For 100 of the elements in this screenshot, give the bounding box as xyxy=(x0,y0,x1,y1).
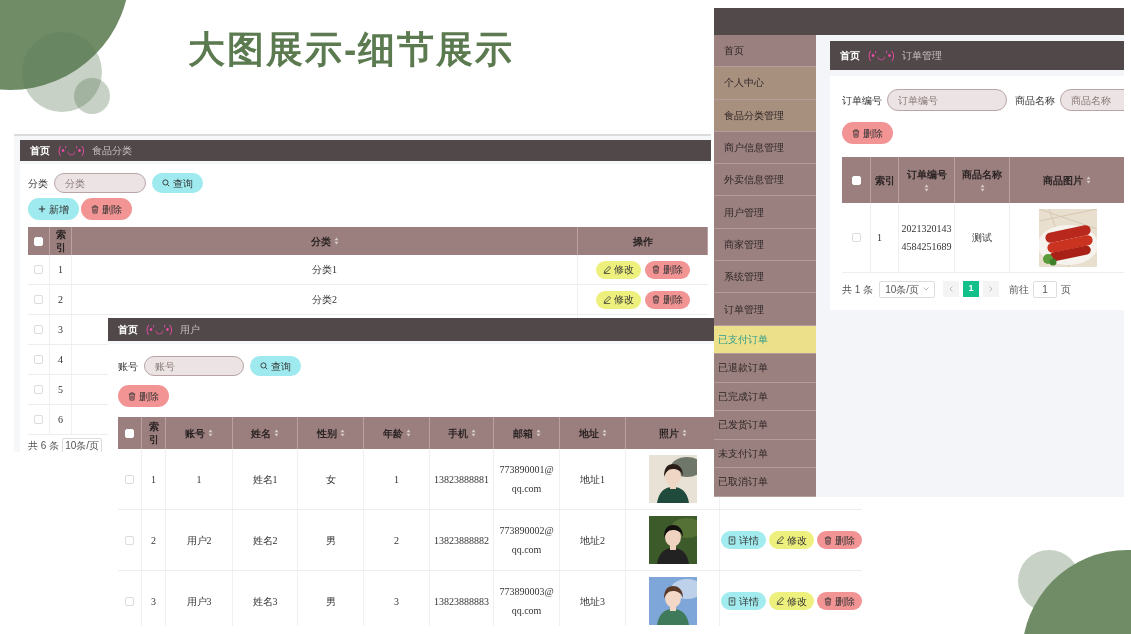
submenu-item[interactable]: 未支付订单 xyxy=(714,439,816,469)
table-cell-text: 男 xyxy=(325,533,336,548)
emoticon-text: (•'◡'•) xyxy=(868,49,895,63)
detail-button[interactable]: 详情 xyxy=(720,592,766,610)
checkbox[interactable] xyxy=(34,385,43,394)
search-field[interactable]: 商品名称 xyxy=(1060,89,1124,111)
chevron-right-icon xyxy=(989,286,994,292)
page-number-field[interactable]: 1 xyxy=(1033,280,1058,298)
search-field[interactable]: 账号 xyxy=(144,356,244,376)
edit-button[interactable]: 修改 xyxy=(596,260,641,279)
checkbox[interactable] xyxy=(125,474,134,484)
search-field[interactable]: 订单编号 xyxy=(887,89,1007,111)
table-cell-text: 用户3 xyxy=(186,594,212,609)
table-cell-text: 773890001@qq.com xyxy=(498,463,555,496)
edit-button[interactable]: 修改 xyxy=(768,592,814,610)
delete-button[interactable]: 删除 xyxy=(816,592,862,610)
column-header: 商品图片 xyxy=(1043,173,1083,187)
table-cell-text: 13823888883 xyxy=(434,594,489,609)
total-count: 共 1 条 xyxy=(842,282,874,297)
next-page-button[interactable] xyxy=(983,281,1000,297)
chevron-down-icon xyxy=(923,287,930,291)
table-cell-text: 测试 xyxy=(972,231,992,245)
trash-icon xyxy=(852,128,860,138)
table-cell-text: 姓名2 xyxy=(252,533,278,548)
delete-button[interactable]: 删除 xyxy=(645,260,690,279)
detail-button[interactable]: 详情 xyxy=(720,531,766,549)
submenu-item[interactable]: 已取消订单 xyxy=(714,468,816,497)
breadcrumb-current: 食品分类 xyxy=(92,144,133,158)
emoticon-text: (•'◡'•) xyxy=(58,144,85,158)
add-button[interactable]: 新增 xyxy=(28,198,79,220)
edit-button[interactable]: 修改 xyxy=(596,290,641,309)
checkbox[interactable] xyxy=(34,295,43,304)
column-header: 操作 xyxy=(632,234,653,248)
table-cell-text: 地址2 xyxy=(580,533,605,548)
previous-page-button[interactable] xyxy=(943,281,960,297)
delete-button[interactable]: 删除 xyxy=(816,531,862,549)
column-header: 索引 xyxy=(874,173,895,187)
checkbox[interactable] xyxy=(34,265,43,274)
page-size-select[interactable]: 10条/页 xyxy=(879,280,936,298)
column-header: 订单编号 xyxy=(906,168,947,181)
trash-icon xyxy=(652,265,660,274)
trash-icon xyxy=(823,535,832,545)
total-count: 共 6 条 xyxy=(28,438,60,452)
submenu-item[interactable]: 已发货订单 xyxy=(714,411,816,440)
menu-item[interactable]: 食品分类管理 xyxy=(714,99,816,132)
table-cell-text: 1 xyxy=(196,472,202,487)
menu-item[interactable]: 商家管理 xyxy=(714,228,816,262)
menu-item[interactable]: 个人中心 xyxy=(714,67,816,100)
pencil-icon xyxy=(775,536,784,544)
checkbox[interactable] xyxy=(34,415,43,424)
table-cell-text: 13823888882 xyxy=(434,533,489,548)
menu-item[interactable]: 外卖信息管理 xyxy=(714,164,816,197)
search-icon xyxy=(260,362,268,370)
submenu-item[interactable]: 已完成订单 xyxy=(714,382,816,412)
search-button[interactable]: 查询 xyxy=(152,173,203,193)
table-cell-text: 男 xyxy=(325,594,336,609)
table-cell-text: 3 xyxy=(151,594,156,609)
table-cell-text: 地址1 xyxy=(580,472,605,487)
menu-item[interactable]: 商户信息管理 xyxy=(714,131,816,165)
table-cell-text: 2 xyxy=(58,293,63,307)
checkbox[interactable] xyxy=(125,596,134,606)
search-icon xyxy=(162,179,170,187)
breadcrumb-home-link[interactable]: 首页 xyxy=(30,143,50,158)
breadcrumb-current: 订单管理 xyxy=(902,49,943,63)
checkbox[interactable] xyxy=(851,233,861,242)
column-header: 商品名称 xyxy=(962,168,1002,181)
table-cell-text: 13823888881 xyxy=(434,472,489,487)
delete-button[interactable]: 删除 xyxy=(842,122,893,144)
checkbox[interactable] xyxy=(34,355,43,364)
column-header: 手机 xyxy=(447,426,468,440)
column-header: 索引 xyxy=(54,228,67,254)
search-field[interactable]: 分类 xyxy=(54,173,146,193)
pencil-icon xyxy=(603,295,611,304)
trash-icon xyxy=(91,204,99,214)
table-cell-text: 用户2 xyxy=(186,533,212,548)
field-label: 商品名称 xyxy=(1015,93,1055,108)
document-icon xyxy=(727,596,736,606)
table-cell-text: 4 xyxy=(58,353,63,367)
page-size-select[interactable]: 10条/页 xyxy=(62,437,103,452)
delete-button[interactable]: 删除 xyxy=(118,385,169,407)
breadcrumb-home-link[interactable]: 首页 xyxy=(840,48,860,63)
breadcrumb-home-link[interactable]: 首页 xyxy=(118,322,138,337)
slide-title: 大图展示-细节展示 xyxy=(188,28,515,72)
menu-item[interactable]: 用户管理 xyxy=(714,196,816,229)
submenu-item[interactable]: 已退款订单 xyxy=(714,354,816,383)
menu-item[interactable]: 系统管理 xyxy=(714,261,816,294)
checkbox[interactable] xyxy=(125,535,134,545)
checkbox[interactable] xyxy=(34,325,43,334)
delete-button[interactable]: 删除 xyxy=(81,198,132,220)
search-button[interactable]: 查询 xyxy=(250,356,301,376)
menu-item[interactable]: 订单管理 xyxy=(714,293,816,326)
table-cell-text: 姓名3 xyxy=(252,594,278,609)
plus-icon xyxy=(38,205,46,213)
field-label: 分类 xyxy=(28,176,48,191)
edit-button[interactable]: 修改 xyxy=(768,531,814,549)
table-cell-text: 1 xyxy=(58,263,63,277)
column-header: 年龄 xyxy=(382,426,403,440)
table-cell-text: 3 xyxy=(58,323,63,337)
delete-button[interactable]: 删除 xyxy=(645,290,690,309)
trash-icon xyxy=(652,295,660,304)
